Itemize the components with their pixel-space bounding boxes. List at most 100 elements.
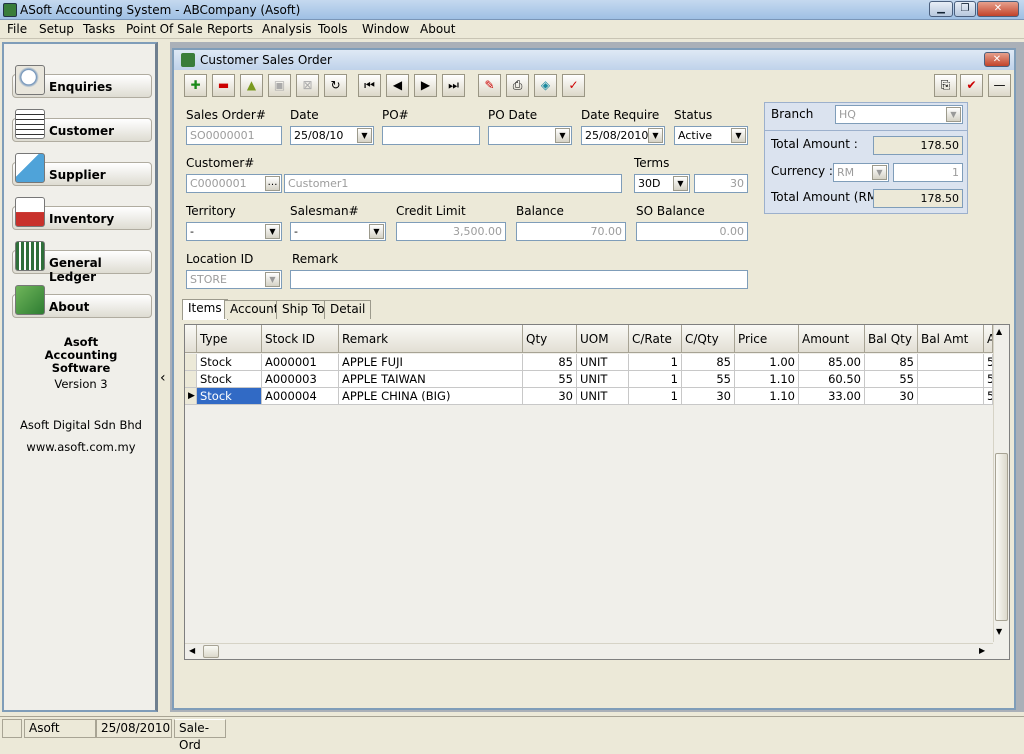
date-field[interactable]: 25/08/10 ▼ <box>290 126 374 145</box>
column-header-remark[interactable]: Remark <box>339 325 523 353</box>
grid-cell-uom[interactable]: UNIT <box>577 371 629 388</box>
close-button[interactable]: ✕ <box>977 1 1019 17</box>
edit-icon[interactable]: ▲ <box>240 74 263 97</box>
chevron-down-icon[interactable]: ▼ <box>648 128 663 143</box>
grid-cell-stock-id[interactable]: A000004 <box>262 388 339 405</box>
scroll-left-icon[interactable]: ◀ <box>189 646 195 655</box>
grid-cell-amount[interactable]: 33.00 <box>799 388 865 405</box>
grid-cell-qty[interactable]: 55 <box>523 371 577 388</box>
sidebar-item-general-ledger[interactable]: General Ledger <box>12 241 152 284</box>
menu-analysis[interactable]: Analysis <box>262 22 311 36</box>
grid-cell-bal-amt[interactable] <box>918 371 984 388</box>
column-header-price[interactable]: Price <box>735 325 799 353</box>
branch-select[interactable]: HQ ▼ <box>835 105 963 124</box>
menu-setup[interactable]: Setup <box>39 22 74 36</box>
grid-cell-stock-id[interactable]: A000001 <box>262 354 339 371</box>
grid-cell-bal-qty[interactable]: 30 <box>865 388 918 405</box>
grid-cell-stock-id[interactable]: A000003 <box>262 371 339 388</box>
grid-cell-remark[interactable]: APPLE FUJI <box>339 354 523 371</box>
po-date-field[interactable]: ▼ <box>488 126 572 145</box>
row-selector[interactable] <box>185 354 197 371</box>
territory-select[interactable]: - ▼ <box>186 222 282 241</box>
find-icon[interactable]: ✎ <box>478 74 501 97</box>
column-header-qty[interactable]: Qty <box>523 325 577 353</box>
grid-cell-a[interactable]: 5 <box>984 388 993 405</box>
confirm-check-icon[interactable]: ✔ <box>960 74 983 97</box>
cancel-icon[interactable]: ⊠ <box>296 74 319 97</box>
grid-cell-uom[interactable]: UNIT <box>577 354 629 371</box>
grid-cell-a[interactable]: 5 <box>984 371 993 388</box>
column-header-a[interactable]: A <box>984 325 993 353</box>
last-record-icon[interactable]: ⏭ <box>442 74 465 97</box>
currency-select[interactable]: RM ▼ <box>833 163 889 182</box>
grid-cell-price[interactable]: 1.10 <box>735 388 799 405</box>
column-header-bal-qty[interactable]: Bal Qty <box>865 325 918 353</box>
grid-cell-qty[interactable]: 85 <box>523 354 577 371</box>
column-header-stock-id[interactable]: Stock ID <box>262 325 339 353</box>
sidebar-item-inventory[interactable]: Inventory <box>12 197 152 230</box>
export-icon[interactable]: ⎘ <box>934 74 957 97</box>
scroll-up-icon[interactable]: ▲ <box>996 327 1002 336</box>
minimize-button[interactable]: ▁ <box>929 1 953 17</box>
chevron-down-icon[interactable]: ▼ <box>731 128 746 143</box>
menu-reports[interactable]: Reports <box>207 22 253 36</box>
grid-cell-bal-qty[interactable]: 55 <box>865 371 918 388</box>
chevron-down-icon[interactable]: ▼ <box>872 165 887 180</box>
column-header-type[interactable]: Type <box>197 325 262 353</box>
grid-cell-price[interactable]: 1.00 <box>735 354 799 371</box>
chevron-down-icon[interactable]: ▼ <box>265 272 280 287</box>
grid-cell-c-rate[interactable]: 1 <box>629 388 682 405</box>
maximize-button[interactable]: ❐ <box>954 1 976 17</box>
date-require-field[interactable]: 25/08/2010 ▼ <box>581 126 665 145</box>
collapse-arrow-icon[interactable]: ‹ <box>160 370 166 386</box>
chevron-down-icon[interactable]: ▼ <box>369 224 384 239</box>
location-select[interactable]: STORE ▼ <box>186 270 282 289</box>
grid-cell-amount[interactable]: 85.00 <box>799 354 865 371</box>
column-header-amount[interactable]: Amount <box>799 325 865 353</box>
customer-code-field[interactable]: C0000001… <box>186 174 282 193</box>
grid-cell-type[interactable]: Stock <box>197 388 262 405</box>
grid-cell-bal-amt[interactable] <box>918 354 984 371</box>
save-icon[interactable]: ▣ <box>268 74 291 97</box>
remark-field[interactable] <box>290 270 748 289</box>
menu-tools[interactable]: Tools <box>318 22 348 36</box>
chevron-down-icon[interactable]: ▼ <box>946 107 961 122</box>
menu-point-of-sale[interactable]: Point Of Sale <box>126 22 203 36</box>
column-header-uom[interactable]: UOM <box>577 325 629 353</box>
previous-record-icon[interactable]: ◀ <box>386 74 409 97</box>
sidebar-item-about[interactable]: About <box>12 285 152 318</box>
print-icon[interactable]: ⎙ <box>506 74 529 97</box>
menu-window[interactable]: Window <box>362 22 409 36</box>
grid-cell-c-rate[interactable]: 1 <box>629 354 682 371</box>
grid-cell-a[interactable]: 5 <box>984 354 993 371</box>
grid-cell-c-qty[interactable]: 55 <box>682 371 735 388</box>
minus-icon[interactable]: — <box>988 74 1011 97</box>
delete-icon[interactable]: ▬ <box>212 74 235 97</box>
grid-cell-type[interactable]: Stock <box>197 371 262 388</box>
status-module[interactable]: Sale-Ord <box>174 719 226 752</box>
grid-cell-c-qty[interactable]: 30 <box>682 388 735 405</box>
tab-detail[interactable]: Detail <box>324 300 372 319</box>
column-header-bal-amt[interactable]: Bal Amt <box>918 325 984 353</box>
first-record-icon[interactable]: ⏮ <box>358 74 381 97</box>
sidebar-item-supplier[interactable]: Supplier <box>12 153 152 186</box>
grid-cell-qty[interactable]: 30 <box>523 388 577 405</box>
tab-ship-to[interactable]: Ship To <box>276 300 331 319</box>
chevron-down-icon[interactable]: ▼ <box>673 176 688 191</box>
grid-cell-c-qty[interactable]: 85 <box>682 354 735 371</box>
scroll-right-icon[interactable]: ▶ <box>979 646 985 655</box>
row-selector[interactable]: ▶ <box>185 388 197 405</box>
next-record-icon[interactable]: ▶ <box>414 74 437 97</box>
grid-cell-amount[interactable]: 60.50 <box>799 371 865 388</box>
invoice-box-icon[interactable]: ◈ <box>534 74 557 97</box>
column-header-c-qty[interactable]: C/Qty <box>682 325 735 353</box>
grid-cell-remark[interactable]: APPLE TAIWAN <box>339 371 523 388</box>
tab-items[interactable]: Items <box>182 299 228 320</box>
scroll-down-icon[interactable]: ▼ <box>996 627 1002 636</box>
terms-select[interactable]: 30D ▼ <box>634 174 690 193</box>
grid-cell-price[interactable]: 1.10 <box>735 371 799 388</box>
add-icon[interactable]: ✚ <box>184 74 207 97</box>
grid-cell-type[interactable]: Stock <box>197 354 262 371</box>
chevron-down-icon[interactable]: ▼ <box>555 128 570 143</box>
grid-cell-remark[interactable]: APPLE CHINA (BIG) <box>339 388 523 405</box>
